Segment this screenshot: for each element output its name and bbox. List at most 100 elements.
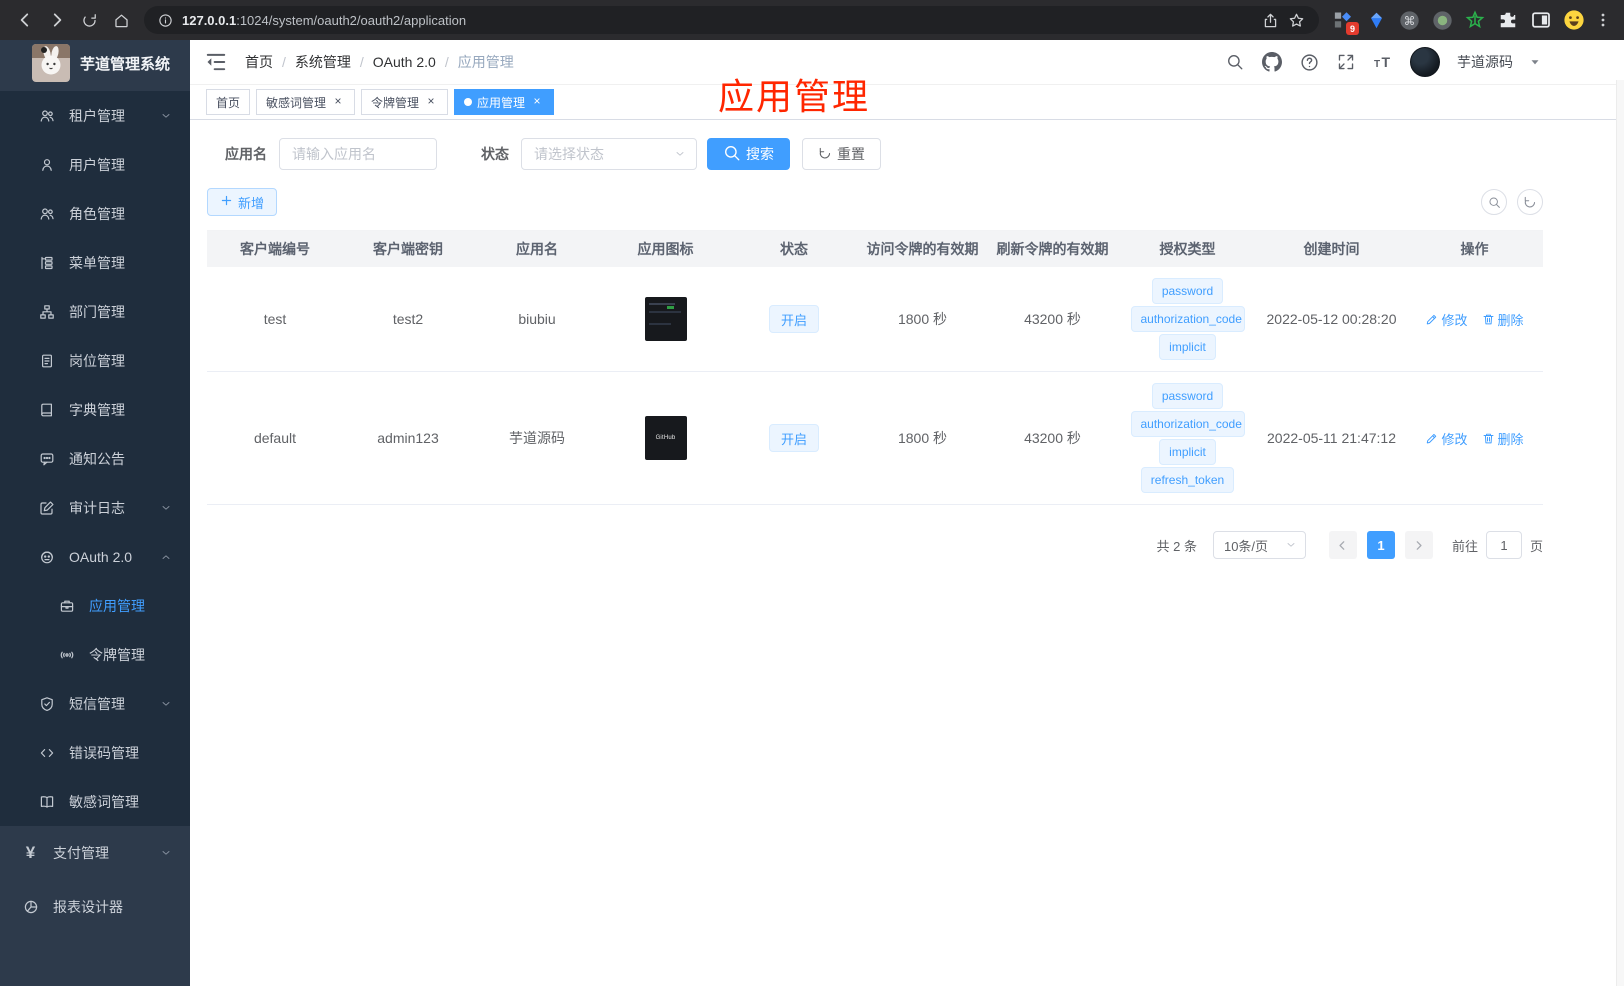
share-icon[interactable] — [1257, 7, 1283, 33]
reset-button[interactable]: 重置 — [802, 138, 881, 170]
edit-button[interactable]: 修改 — [1425, 310, 1468, 329]
close-icon[interactable]: × — [530, 95, 544, 109]
sidebar-item-oauth[interactable]: OAuth 2.0 — [0, 532, 190, 581]
sidebar-item-sms[interactable]: 短信管理 — [0, 679, 190, 728]
username[interactable]: 芋道源码 — [1457, 52, 1513, 72]
sidebar-item-audit[interactable]: 审计日志 — [0, 483, 190, 532]
sidebar-item-dict[interactable]: 字典管理 — [0, 385, 190, 434]
grant-tag: implicit — [1159, 334, 1216, 360]
sidebar-item-dept[interactable]: 部门管理 — [0, 287, 190, 336]
page-size-select[interactable]: 10条/页 — [1212, 531, 1306, 559]
app-logo-row[interactable]: 芋道管理系统 — [0, 40, 190, 86]
tab-application[interactable]: 应用管理 × — [454, 89, 555, 115]
caret-down-icon[interactable] — [1530, 57, 1540, 67]
action-label: 删除 — [1497, 312, 1524, 328]
sidebar-item-label: 审计日志 — [69, 499, 125, 516]
yen-icon: ¥ — [25, 843, 36, 862]
sidebar-item-label: 支付管理 — [53, 845, 109, 861]
close-icon[interactable]: × — [424, 95, 438, 109]
svg-text:T: T — [1374, 59, 1380, 70]
font-size-icon[interactable]: TT — [1373, 52, 1393, 72]
toggle-search-icon[interactable] — [1481, 189, 1507, 215]
access-token-validity: 1800 秒 — [897, 311, 948, 327]
sidebar-item-user[interactable]: 用户管理 — [0, 140, 190, 189]
sidebar-item-post[interactable]: 岗位管理 — [0, 336, 190, 385]
goto-page-input[interactable] — [1485, 531, 1522, 559]
briefcase-icon — [58, 597, 75, 614]
sidebar-item-oauth-token[interactable]: 令牌管理 — [0, 630, 190, 679]
table-cell: 开启 — [730, 382, 858, 494]
home-icon[interactable] — [106, 5, 136, 35]
table-cell: password authorization_code implicit refres… — [1118, 382, 1257, 494]
tab-token[interactable]: 令牌管理 × — [361, 89, 449, 115]
menu-icon — [38, 254, 55, 271]
edit-icon — [1425, 313, 1438, 326]
client-secret: test2 — [392, 311, 424, 327]
ext-puzzle-icon[interactable] — [1496, 8, 1520, 32]
ext-green-star-icon[interactable] — [1463, 8, 1487, 32]
tab-home[interactable]: 首页 — [206, 89, 251, 115]
action-label: 修改 — [1441, 312, 1468, 328]
delete-button[interactable]: 删除 — [1482, 429, 1524, 448]
avatar[interactable] — [1410, 47, 1440, 77]
ext-emoji-icon[interactable] — [1562, 8, 1586, 32]
bookmark-star-icon[interactable] — [1283, 7, 1309, 33]
ext-cmd-icon[interactable]: ⌘ — [1397, 8, 1421, 32]
navbar-actions: TT 芋道源码 — [1225, 47, 1540, 77]
current-page[interactable]: 1 — [1366, 531, 1395, 559]
notice-icon — [38, 450, 55, 467]
reload-icon[interactable] — [74, 5, 104, 35]
tab-sensitive-word[interactable]: 敏感词管理 × — [256, 89, 356, 115]
breadcrumb-item[interactable]: 系统管理 — [295, 52, 351, 72]
help-icon[interactable] — [1299, 52, 1319, 72]
sidebar-item-notice[interactable]: 通知公告 — [0, 434, 190, 483]
sidebar-item-label: 用户管理 — [69, 156, 125, 173]
dept-icon — [38, 303, 55, 320]
prev-page-button[interactable] — [1328, 531, 1357, 559]
app-name-input[interactable] — [279, 138, 437, 170]
refresh-table-icon[interactable] — [1517, 189, 1543, 215]
table-cell: 1800 秒 — [858, 277, 987, 361]
sidebar-item-label: 字典管理 — [69, 401, 125, 418]
ext-tasks-icon[interactable]: 9 — [1331, 8, 1359, 35]
add-button[interactable]: 新增 — [207, 188, 278, 216]
scrollbar[interactable] — [1616, 80, 1624, 986]
table-cell — [601, 277, 730, 361]
address-bar[interactable]: 127.0.0.1:1024/system/oauth2/oauth2/appl… — [144, 6, 1319, 34]
applications-table: 客户端编号 客户端密钥 应用名 应用图标 状态 访问令牌的有效期 刷新令牌的有效期 授权类型 创… — [207, 230, 1543, 505]
fullscreen-icon[interactable] — [1336, 52, 1356, 72]
github-icon[interactable] — [1262, 52, 1282, 72]
sidebar-item-errcode[interactable]: 错误码管理 — [0, 728, 190, 777]
goto-label: 前往 — [1451, 538, 1478, 554]
browser-menu-icon[interactable] — [1592, 8, 1614, 32]
back-icon[interactable] — [10, 5, 40, 35]
sidebar-item-sensitive[interactable]: 敏感词管理 — [0, 777, 190, 826]
forward-icon[interactable] — [42, 5, 72, 35]
breadcrumb-item[interactable]: 首页 — [245, 52, 273, 72]
delete-button[interactable]: 删除 — [1482, 310, 1524, 329]
sidebar-item-oauth-app[interactable]: 应用管理 — [0, 581, 190, 630]
close-icon[interactable]: × — [331, 95, 345, 109]
sidebar-item-menu[interactable]: 菜单管理 — [0, 238, 190, 287]
sidebar-item-report[interactable]: 报表设计器 — [0, 880, 190, 934]
search-icon[interactable] — [1225, 52, 1245, 72]
info-icon[interactable] — [156, 7, 174, 33]
sidebar-item-role[interactable]: 角色管理 — [0, 189, 190, 238]
sidebar-item-tenant[interactable]: 租户管理 — [0, 91, 190, 140]
client-id: test — [263, 311, 287, 327]
next-page-button[interactable] — [1404, 531, 1433, 559]
search-button[interactable]: 搜索 — [707, 138, 790, 170]
edit-button[interactable]: 修改 — [1425, 429, 1468, 448]
status-select[interactable]: 请选择状态 — [521, 138, 697, 170]
collapse-sidebar-icon[interactable] — [205, 51, 227, 73]
goto-page: 前往 页 — [1452, 531, 1543, 559]
sidebar-item-pay[interactable]: ¥ 支付管理 — [0, 826, 190, 880]
ext-gem-icon[interactable] — [1364, 8, 1388, 32]
ext-split-view-icon[interactable] — [1529, 8, 1553, 32]
breadcrumb-item[interactable]: OAuth 2.0 — [373, 54, 436, 70]
ext-record-icon[interactable] — [1430, 8, 1454, 32]
chevron-down-icon — [1285, 539, 1297, 551]
svg-text:⌘: ⌘ — [1403, 13, 1415, 27]
status-label: 状态 — [481, 146, 509, 162]
table-cell: biubiu — [473, 277, 601, 361]
